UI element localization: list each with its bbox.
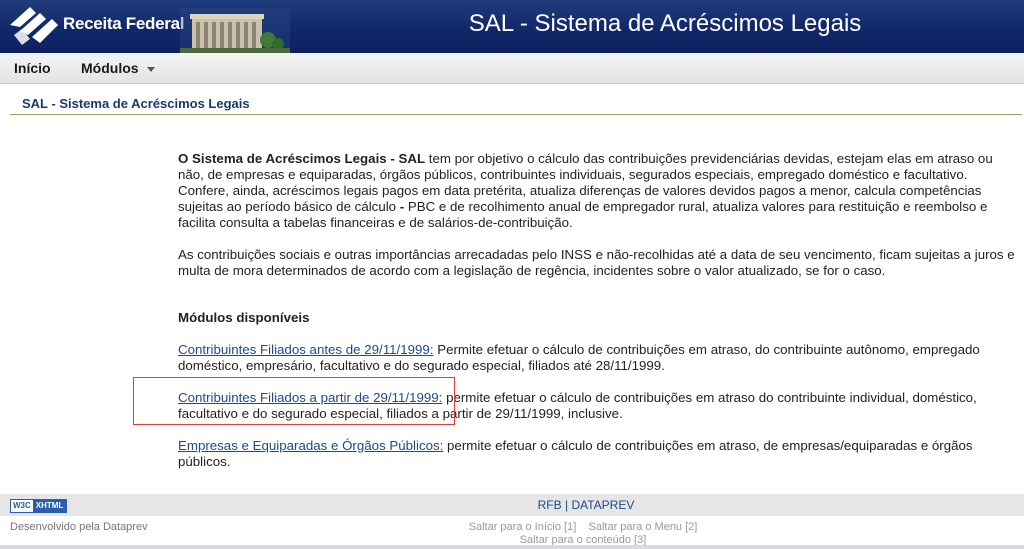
menu-item-label: Início — [14, 60, 51, 76]
menu-item-modulos[interactable]: Módulos — [81, 60, 155, 76]
module-link-empresas[interactable]: Empresas e Equiparadas e Órgãos Públicos… — [178, 438, 443, 453]
intro-bold: O Sistema de Acréscimos Legais - SAL — [178, 151, 426, 166]
intro-pbc-bold: - — [399, 199, 408, 214]
menu-bar: Início Módulos — [0, 53, 1024, 84]
module-link-antes-1999[interactable]: Contribuintes Filiados antes de 29/11/19… — [178, 342, 434, 357]
chevron-down-icon — [146, 66, 155, 72]
menu-item-label: Módulos — [81, 60, 139, 76]
heading-divider — [10, 114, 1022, 115]
skip-link-inicio[interactable]: Saltar para o Início [1] — [469, 521, 577, 533]
app-title: SAL - Sistema de Acréscimos Legais — [468, 10, 862, 37]
bottom-strip — [0, 545, 1024, 549]
developer-credit: Desenvolvido pela Dataprev — [10, 521, 148, 533]
module-link-a-partir-1999[interactable]: Contribuintes Filiados a partir de 29/11… — [178, 390, 442, 405]
module-item: Contribuintes Filiados a partir de 29/11… — [178, 390, 1020, 422]
module-item: Empresas e Equiparadas e Órgãos Públicos… — [178, 438, 1020, 470]
main-content: O Sistema de Acréscimos Legais - SAL tem… — [178, 151, 1020, 470]
footer-links: RFB | DATAPREV — [0, 498, 1024, 512]
interest-paragraph: As contribuições sociais e outras import… — [178, 247, 1015, 278]
intro-paragraph: O Sistema de Acréscimos Legais - SAL tem… — [178, 151, 1020, 231]
header-banner: Receita Federal SAL - Sistema de Acrésci… — [0, 0, 1024, 53]
footer-separator: | — [561, 498, 572, 512]
page-title: SAL - Sistema de Acréscimos Legais — [22, 96, 250, 111]
footer-link-rfb[interactable]: RFB — [538, 498, 562, 512]
footer-link-dataprev[interactable]: DATAPREV — [571, 498, 634, 512]
footer-bar: W3C XHTML RFB | DATAPREV — [0, 494, 1024, 516]
menu-item-inicio[interactable]: Início — [14, 60, 51, 76]
modules-title: Módulos disponíveis — [178, 310, 310, 325]
skip-link-menu[interactable]: Saltar para o Menu [2] — [589, 521, 698, 533]
module-item: Contribuintes Filiados antes de 29/11/19… — [178, 342, 1020, 374]
skip-links: Saltar para o Início [1] Saltar para o M… — [418, 521, 748, 547]
